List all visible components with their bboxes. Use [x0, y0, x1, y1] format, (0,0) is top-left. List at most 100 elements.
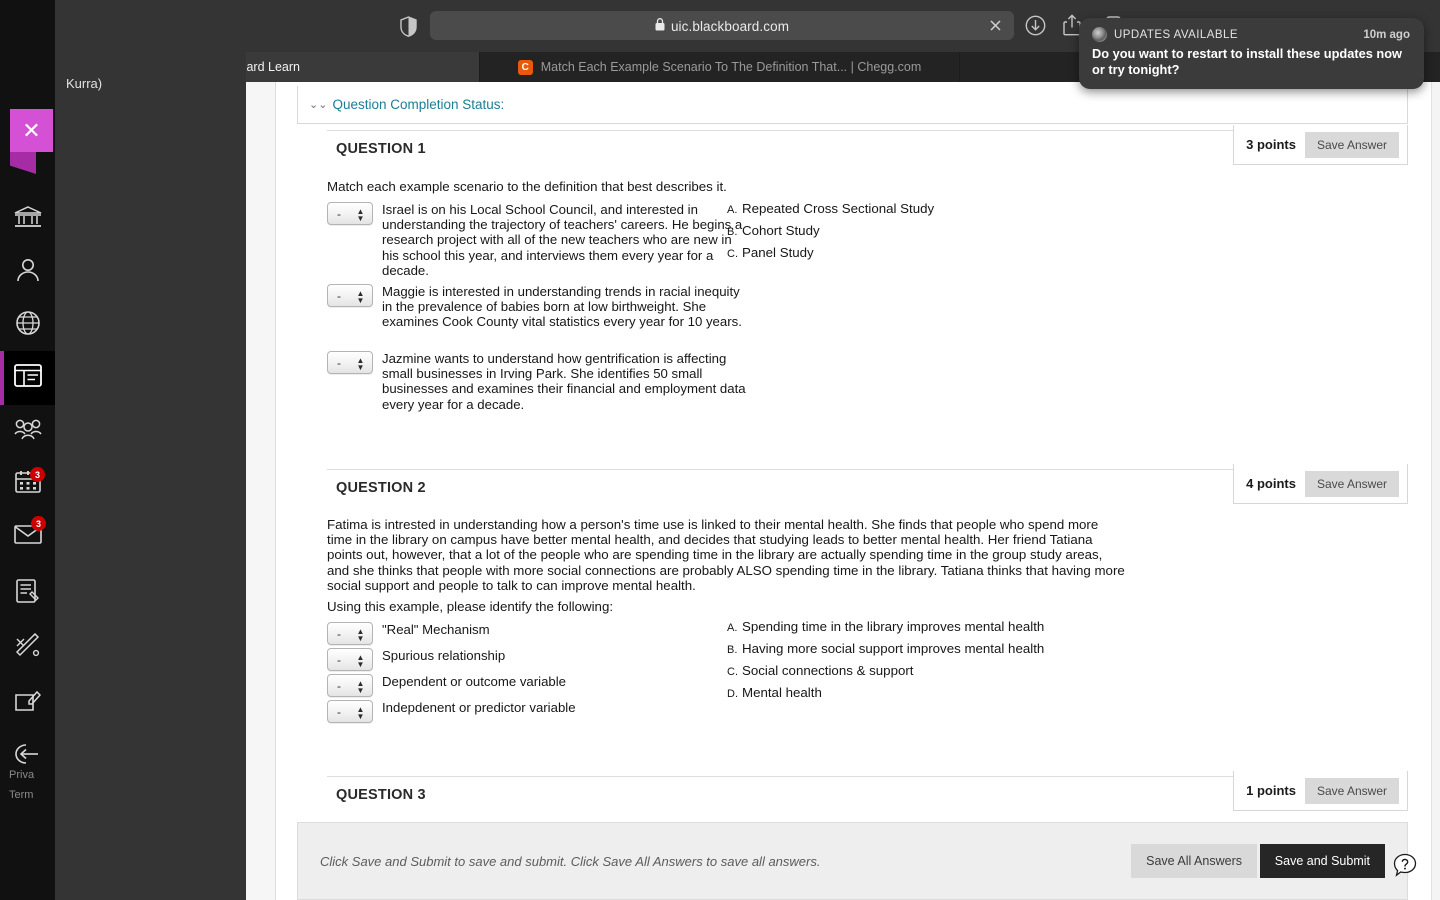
save-answer-button[interactable]: Save Answer	[1304, 470, 1399, 497]
address-bar-text: uic.blackboard.com	[655, 17, 790, 34]
course-menu-title: Kurra)	[66, 76, 103, 91]
notification-header: UPDATES AVAILABLE 10m ago	[1092, 27, 1410, 42]
tools-pencil-icon	[15, 632, 41, 662]
match-row: - ▲ ▼ Indepdenent or predictor variable	[327, 700, 576, 723]
match-term-text: "Real" Mechanism	[382, 622, 490, 637]
match-term-text: Spurious relationship	[382, 648, 506, 663]
question-points-bar: 4 points Save Answer	[1233, 464, 1408, 504]
question-prompt: Using this example, please identify the …	[327, 599, 614, 614]
download-icon[interactable]	[1024, 14, 1046, 36]
content-scrollbar-track[interactable]	[1431, 82, 1440, 900]
privacy-link[interactable]: Priva	[9, 765, 34, 785]
question-points: 4 points	[1246, 476, 1296, 491]
match-row: - ▲ ▼ Israel is on his Local School Counc…	[327, 202, 747, 278]
rail-close-button[interactable]: ✕	[10, 109, 53, 152]
sidebar-item-activity-stream[interactable]	[0, 298, 55, 352]
sidebar-item-organizations[interactable]	[0, 404, 55, 458]
courses-icon	[13, 364, 42, 392]
question-body: Fatima is intrested in understanding how…	[327, 517, 1125, 593]
compose-edit-icon	[14, 689, 41, 718]
option-letter: C.	[727, 666, 738, 678]
answer-option: B. Cohort Study	[727, 223, 934, 238]
match-select-value: -	[337, 678, 341, 693]
option-letter: A.	[727, 622, 738, 634]
question-title: QUESTION 3	[336, 787, 426, 803]
notification-timestamp: 10m ago	[1363, 28, 1410, 41]
sidebar-item-messages[interactable]: 3	[0, 510, 55, 564]
match-select-value: -	[337, 652, 341, 667]
match-select-2[interactable]: - ▲ ▼	[327, 648, 373, 671]
address-bar[interactable]: uic.blackboard.com	[430, 11, 1014, 40]
option-letter: C.	[727, 248, 738, 260]
answer-option: D. Mental health	[727, 685, 1044, 700]
stepper-arrows-icon: ▲ ▼	[356, 626, 365, 643]
sidebar-item-profile[interactable]	[0, 245, 55, 299]
stepper-arrows-icon: ▲ ▼	[356, 355, 365, 372]
save-and-submit-button[interactable]: Save and Submit	[1259, 844, 1385, 878]
sidebar-item-calendar[interactable]: 3	[0, 457, 55, 511]
match-select-1[interactable]: - ▲ ▼	[327, 622, 373, 645]
question-points-bar: 3 points Save Answer	[1233, 125, 1408, 165]
chevron-down-icon: ⌄⌄	[309, 99, 328, 111]
sidebar-item-sign-up[interactable]	[0, 676, 55, 730]
question-block-1: QUESTION 1 3 points Save Answer Match ea…	[297, 125, 1408, 475]
question-completion-status[interactable]: ⌄⌄ Question Completion Status:	[297, 86, 1408, 124]
institution-icon	[14, 205, 42, 234]
groups-icon	[13, 418, 42, 445]
globe-icon	[15, 310, 41, 341]
question-divider	[327, 469, 1378, 470]
stepper-arrows-icon: ▲ ▼	[356, 704, 365, 721]
sidebar-item-courses[interactable]	[0, 351, 55, 405]
sidebar-item-institution[interactable]	[0, 192, 55, 246]
save-all-answers-button[interactable]: Save All Answers	[1131, 844, 1257, 878]
match-term-text: Indepdenent or predictor variable	[382, 700, 576, 715]
answer-option: A. Repeated Cross Sectional Study	[727, 201, 934, 216]
test-content: ⌄⌄ Question Completion Status: QUESTION …	[277, 82, 1440, 900]
stepper-arrows-icon: ▲ ▼	[356, 206, 365, 223]
stepper-arrows-icon: ▲ ▼	[356, 288, 365, 305]
answer-option: C. Social connections & support	[727, 663, 1044, 678]
match-term-text: Dependent or outcome variable	[382, 674, 567, 689]
match-select-2[interactable]: - ▲ ▼	[327, 284, 373, 307]
sidebar-item-tools[interactable]	[0, 620, 55, 674]
option-letter: B.	[727, 226, 738, 238]
software-update-icon	[1092, 27, 1107, 42]
match-row: - ▲ ▼ "Real" Mechanism	[327, 622, 490, 645]
submit-hint-text: Click Save and Submit to save and submit…	[320, 853, 821, 869]
match-select-4[interactable]: - ▲ ▼	[327, 700, 373, 723]
answer-options-list: A. Spending time in the library improves…	[727, 619, 1044, 700]
option-letter: A.	[727, 204, 738, 216]
close-x-icon: ✕	[22, 117, 41, 143]
course-menu-panel: Kurra)	[55, 0, 246, 900]
match-select-value: -	[337, 355, 341, 370]
system-notification-toast[interactable]: UPDATES AVAILABLE 10m ago Do you want to…	[1079, 18, 1424, 89]
save-answer-button[interactable]: Save Answer	[1304, 131, 1399, 158]
option-text: Spending time in the library improves me…	[742, 619, 1045, 634]
question-prompt: Match each example scenario to the defin…	[327, 179, 727, 194]
url-text: uic.blackboard.com	[670, 18, 790, 34]
privacy-shield-icon[interactable]	[397, 14, 419, 38]
question-title: QUESTION 2	[336, 480, 426, 496]
question-divider	[327, 776, 1378, 777]
answer-option: A. Spending time in the library improves…	[727, 619, 1044, 634]
match-scenario-text: Israel is on his Local School Council, a…	[382, 202, 743, 278]
tab-chegg[interactable]: C Match Each Example Scenario To The Def…	[480, 52, 960, 82]
answer-option: C. Panel Study	[727, 245, 934, 260]
chegg-favicon-icon: C	[517, 59, 533, 75]
match-row: - ▲ ▼ Jazmine wants to understand how gen…	[327, 351, 747, 412]
option-text: Panel Study	[742, 245, 814, 260]
match-select-3[interactable]: - ▲ ▼	[327, 674, 373, 697]
terms-link[interactable]: Term	[9, 785, 34, 805]
option-text: Having more social support improves ment…	[742, 641, 1045, 656]
match-scenario-text: Jazmine wants to understand how gentrifi…	[382, 351, 746, 412]
page-area: ✕ 3 3 Priva Term Kurra) ⌄⌄ Question Comp…	[0, 0, 1440, 900]
clear-url-icon[interactable]	[987, 17, 1004, 34]
help-question-icon[interactable]	[1392, 852, 1418, 878]
notification-body: Do you want to restart to install these …	[1092, 46, 1403, 77]
match-select-1[interactable]: - ▲ ▼	[327, 202, 373, 225]
stepper-arrows-icon: ▲ ▼	[356, 678, 365, 695]
match-select-3[interactable]: - ▲ ▼	[327, 351, 373, 374]
sidebar-item-grades[interactable]	[0, 566, 55, 620]
save-answer-button[interactable]: Save Answer	[1304, 777, 1399, 804]
match-row: - ▲ ▼ Dependent or outcome variable	[327, 674, 566, 697]
